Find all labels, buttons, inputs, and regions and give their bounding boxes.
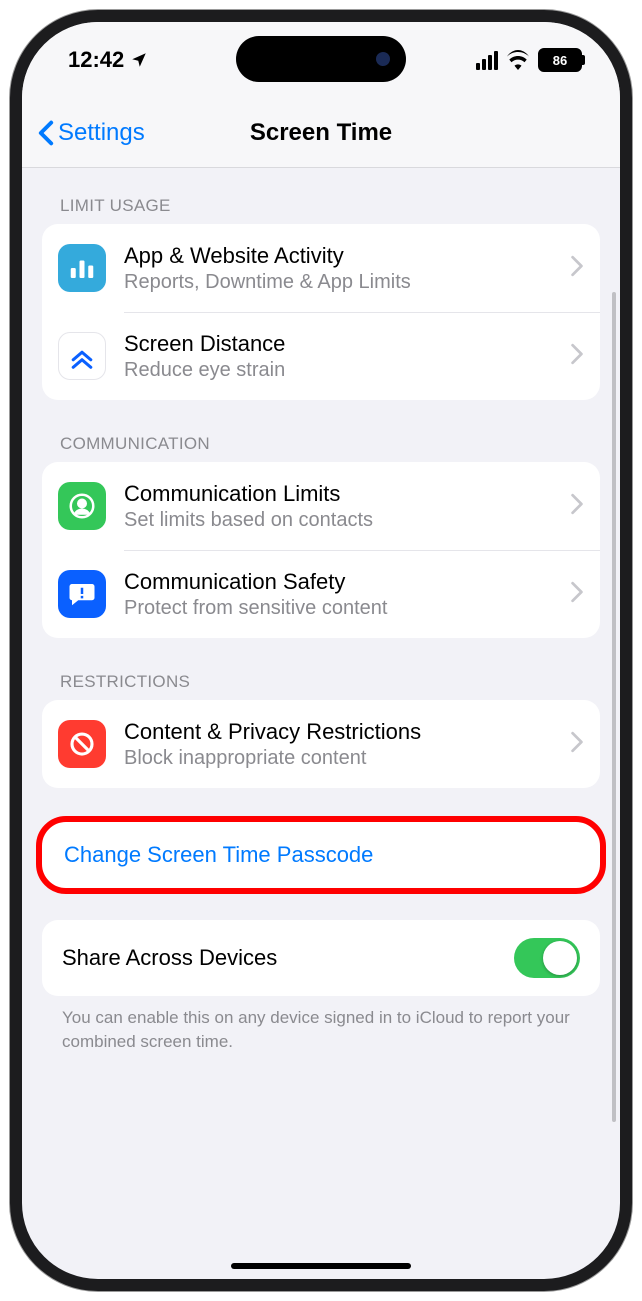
row-title: Communication Safety (124, 569, 570, 595)
section-header-limit-usage: LIMIT USAGE (42, 168, 600, 224)
settings-content: LIMIT USAGE App & Website Activity Repor… (22, 168, 620, 1279)
chevron-up-double-icon (58, 332, 106, 380)
bar-chart-icon (58, 244, 106, 292)
status-right: 86 (476, 48, 582, 72)
speech-bubble-alert-icon (58, 570, 106, 618)
share-across-devices-card: Share Across Devices (42, 920, 600, 996)
location-arrow-icon (130, 51, 148, 69)
status-time: 12:42 (68, 47, 124, 73)
restrictions-card: Content & Privacy Restrictions Block ina… (42, 700, 600, 788)
row-screen-distance[interactable]: Screen Distance Reduce eye strain (42, 312, 600, 400)
battery-level: 86 (553, 53, 567, 68)
row-app-website-activity[interactable]: App & Website Activity Reports, Downtime… (42, 224, 600, 312)
row-communication-safety[interactable]: Communication Safety Protect from sensit… (42, 550, 600, 638)
section-header-communication: COMMUNICATION (42, 400, 600, 462)
row-share-across-devices: Share Across Devices (42, 920, 600, 996)
wifi-icon (506, 50, 530, 70)
share-footer-text: You can enable this on any device signed… (42, 996, 600, 1054)
back-button[interactable]: Settings (22, 119, 145, 147)
chevron-right-icon (570, 493, 584, 520)
chevron-right-icon (570, 731, 584, 758)
row-text: Communication Limits Set limits based on… (124, 481, 570, 532)
nav-bar: Settings Screen Time (22, 98, 620, 168)
row-title: Screen Distance (124, 331, 570, 357)
change-passcode-card: Change Screen Time Passcode (42, 822, 600, 888)
no-entry-icon (58, 720, 106, 768)
dynamic-island (236, 36, 406, 82)
row-content-privacy[interactable]: Content & Privacy Restrictions Block ina… (42, 700, 600, 788)
chevron-right-icon (570, 581, 584, 608)
limit-usage-card: App & Website Activity Reports, Downtime… (42, 224, 600, 400)
row-text: Screen Distance Reduce eye strain (124, 331, 570, 382)
share-label: Share Across Devices (62, 945, 277, 971)
row-subtitle: Set limits based on contacts (124, 509, 570, 532)
person-circle-icon (58, 482, 106, 530)
row-subtitle: Protect from sensitive content (124, 597, 570, 620)
row-subtitle: Reduce eye strain (124, 359, 570, 382)
home-indicator[interactable] (231, 1263, 411, 1269)
row-text: Content & Privacy Restrictions Block ina… (124, 719, 570, 770)
status-left: 12:42 (68, 47, 148, 73)
chevron-right-icon (570, 255, 584, 282)
row-communication-limits[interactable]: Communication Limits Set limits based on… (42, 462, 600, 550)
row-title: Communication Limits (124, 481, 570, 507)
section-header-restrictions: RESTRICTIONS (42, 638, 600, 700)
row-subtitle: Reports, Downtime & App Limits (124, 271, 570, 294)
iphone-frame: 12:42 86 Settings Screen Time LIMIT USAG… (10, 10, 632, 1291)
cellular-icon (476, 51, 498, 70)
row-text: App & Website Activity Reports, Downtime… (124, 243, 570, 294)
change-passcode-button[interactable]: Change Screen Time Passcode (42, 822, 600, 888)
chevron-right-icon (570, 343, 584, 370)
share-toggle[interactable] (514, 938, 580, 978)
row-subtitle: Block inappropriate content (124, 747, 570, 770)
communication-card: Communication Limits Set limits based on… (42, 462, 600, 638)
battery-indicator: 86 (538, 48, 582, 72)
chevron-left-icon (38, 120, 54, 146)
row-title: App & Website Activity (124, 243, 570, 269)
back-label: Settings (58, 119, 145, 147)
row-title: Content & Privacy Restrictions (124, 719, 570, 745)
row-text: Communication Safety Protect from sensit… (124, 569, 570, 620)
